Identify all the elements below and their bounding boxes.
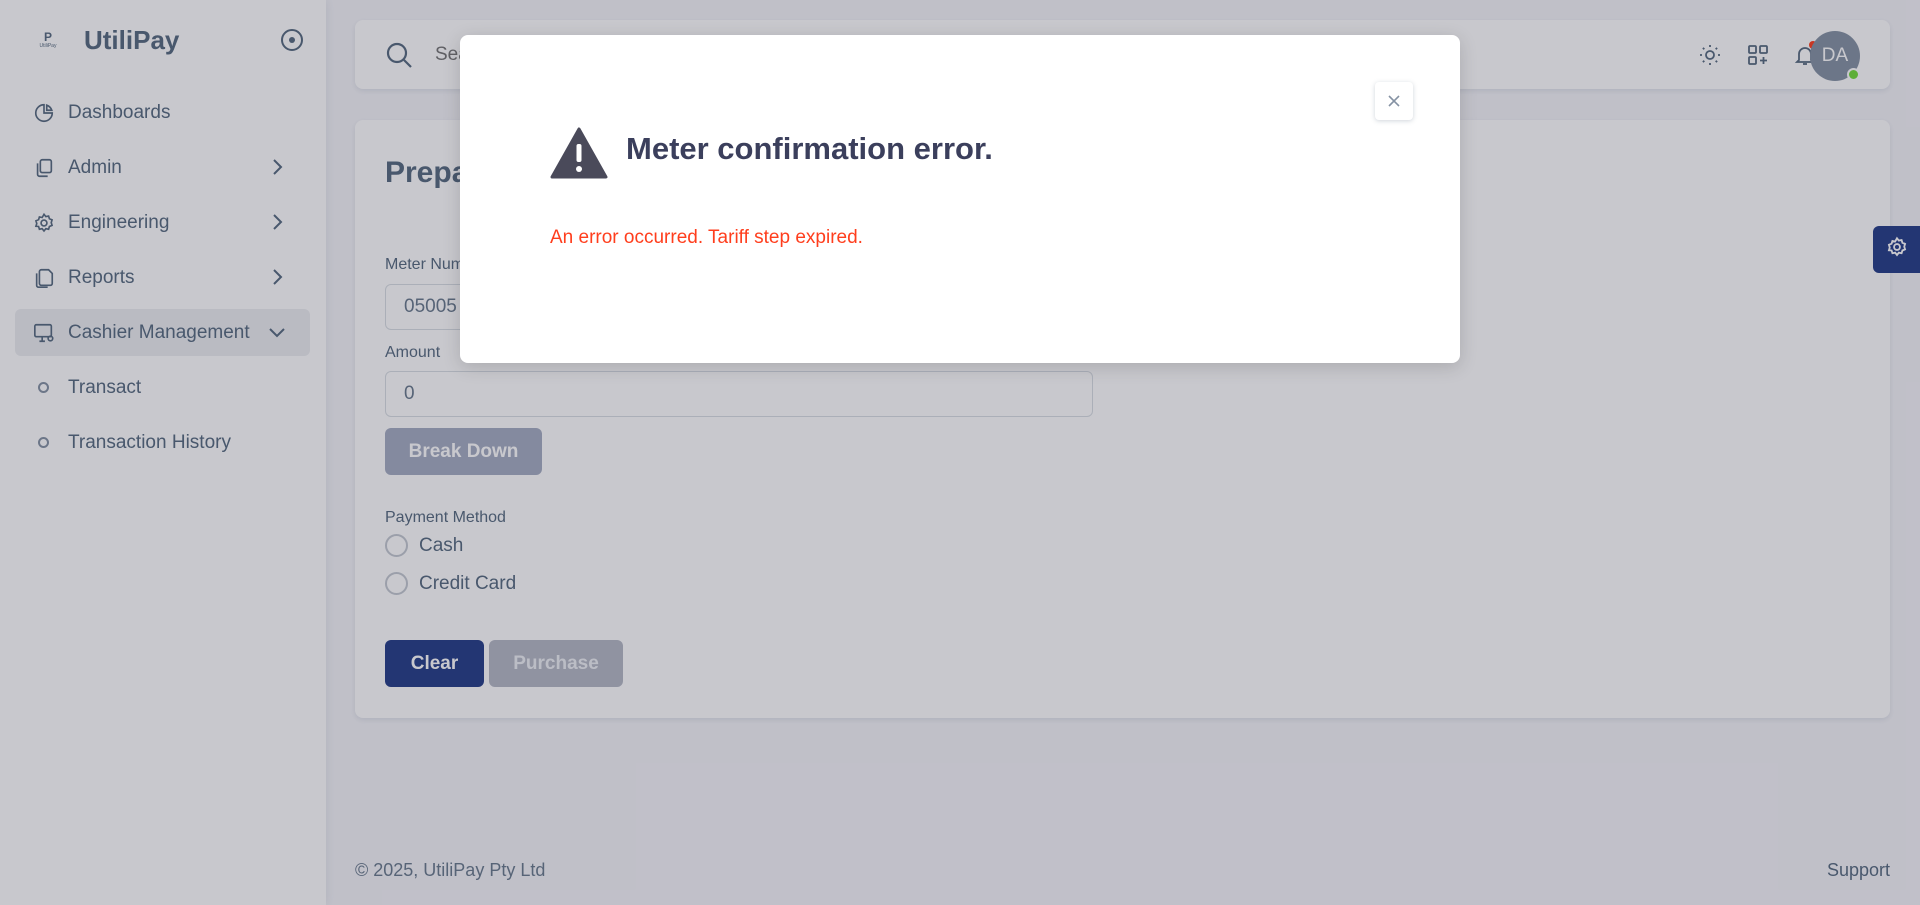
warning-triangle-icon bbox=[550, 127, 608, 179]
close-icon[interactable] bbox=[1375, 82, 1413, 120]
error-modal: Meter confirmation error. An error occur… bbox=[460, 35, 1460, 363]
modal-error-message: An error occurred. Tariff step expired. bbox=[550, 227, 863, 248]
modal-title: Meter confirmation error. bbox=[626, 131, 993, 166]
